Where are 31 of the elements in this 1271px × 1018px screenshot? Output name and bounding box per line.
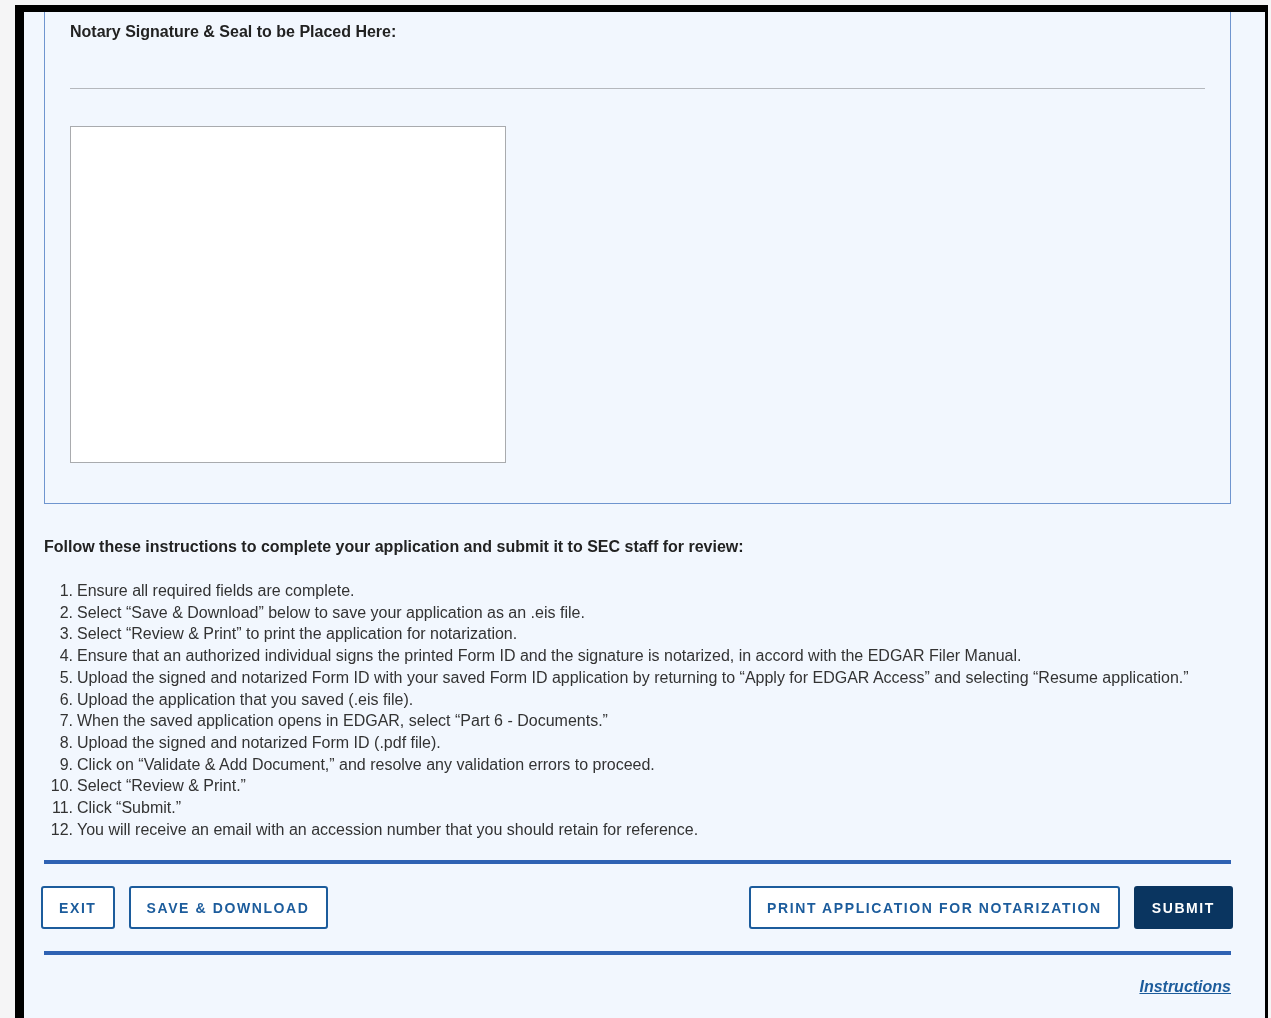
- section-heading: Notary Signature & Seal to be Placed Here:: [70, 22, 398, 42]
- step-number: 10.: [49, 776, 73, 797]
- step-text: Ensure that an authorized individual signs the printed Form ID and the signature is notarized, in accord with the EDGAR Filer Manual.: [77, 646, 1022, 667]
- step-number: 2.: [58, 602, 73, 623]
- step-number: 9.: [58, 754, 73, 775]
- step-text: Ensure all required fields are complete.: [77, 581, 355, 601]
- step-number: 7.: [58, 711, 73, 732]
- step-number: 8.: [58, 732, 73, 753]
- step-text: Upload the signed and notarized Form ID with your saved Form ID application by returning to “Apply for EDGAR Access” and selecting “Resume application.”: [77, 667, 1189, 688]
- instructions-link[interactable]: Instructions: [1139, 978, 1231, 997]
- step-number: 12.: [49, 819, 73, 840]
- step-number: 6.: [58, 689, 73, 710]
- step-text: When the saved application opens in EDGAR, select “Part 6 - Documents.”: [77, 711, 608, 732]
- step-text: Click “Submit.”: [77, 798, 181, 819]
- step-text: Click on “Validate & Add Document,” and resolve any validation errors to proceed.: [77, 754, 655, 775]
- step-number: 3.: [58, 624, 73, 645]
- step-number: 5.: [58, 667, 73, 688]
- instructions-heading: Follow these instructions to complete your application and submit it to SEC staff for review:: [44, 537, 745, 557]
- step-number: 11.: [50, 798, 73, 819]
- action-button[interactable]: PRINT APPLICATION FOR NOTARIZATION: [749, 886, 1120, 930]
- step-text: Select “Review & Print.”: [77, 776, 246, 797]
- action-button[interactable]: SAVE & DOWNLOAD: [128, 886, 328, 930]
- step-text: Select “Review & Print” to print the application for notarization.: [77, 624, 518, 645]
- step-text: Upload the application that you saved (.eis file).: [77, 689, 414, 710]
- step-number: 1.: [58, 581, 73, 601]
- step-number: 4.: [58, 646, 73, 667]
- step-text: Select “Save & Download” below to save your application as an .eis file.: [77, 602, 585, 623]
- submit-button[interactable]: SUBMIT: [1133, 886, 1233, 930]
- step-text: You will receive an email with an accession number that you should retain for reference.: [77, 819, 699, 840]
- step-text: Upload the signed and notarized Form ID (.pdf file).: [77, 732, 441, 753]
- action-button[interactable]: EXIT: [41, 886, 115, 930]
